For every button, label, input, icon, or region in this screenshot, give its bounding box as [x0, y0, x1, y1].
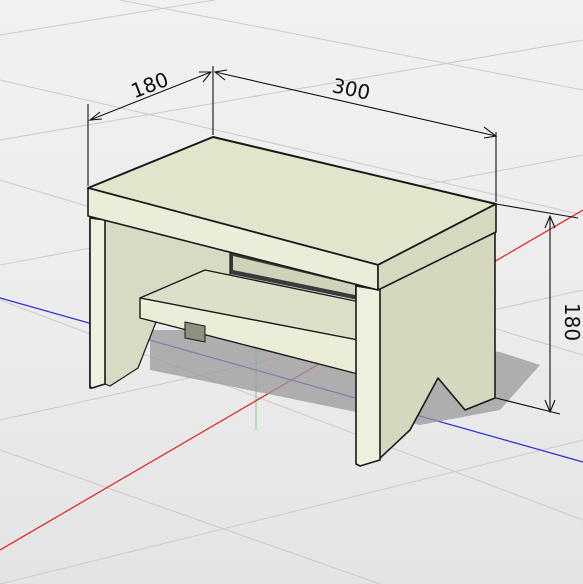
shelf-support	[184, 321, 206, 343]
dimension-height-label: 180	[560, 303, 583, 341]
stool-3d-model: 180 300 180	[0, 0, 583, 584]
dimension-depth-label: 180	[128, 67, 172, 103]
left-leg-front	[89, 217, 106, 389]
cad-viewport[interactable]: 180 300 180	[0, 0, 583, 584]
right-leg-front	[355, 285, 381, 467]
